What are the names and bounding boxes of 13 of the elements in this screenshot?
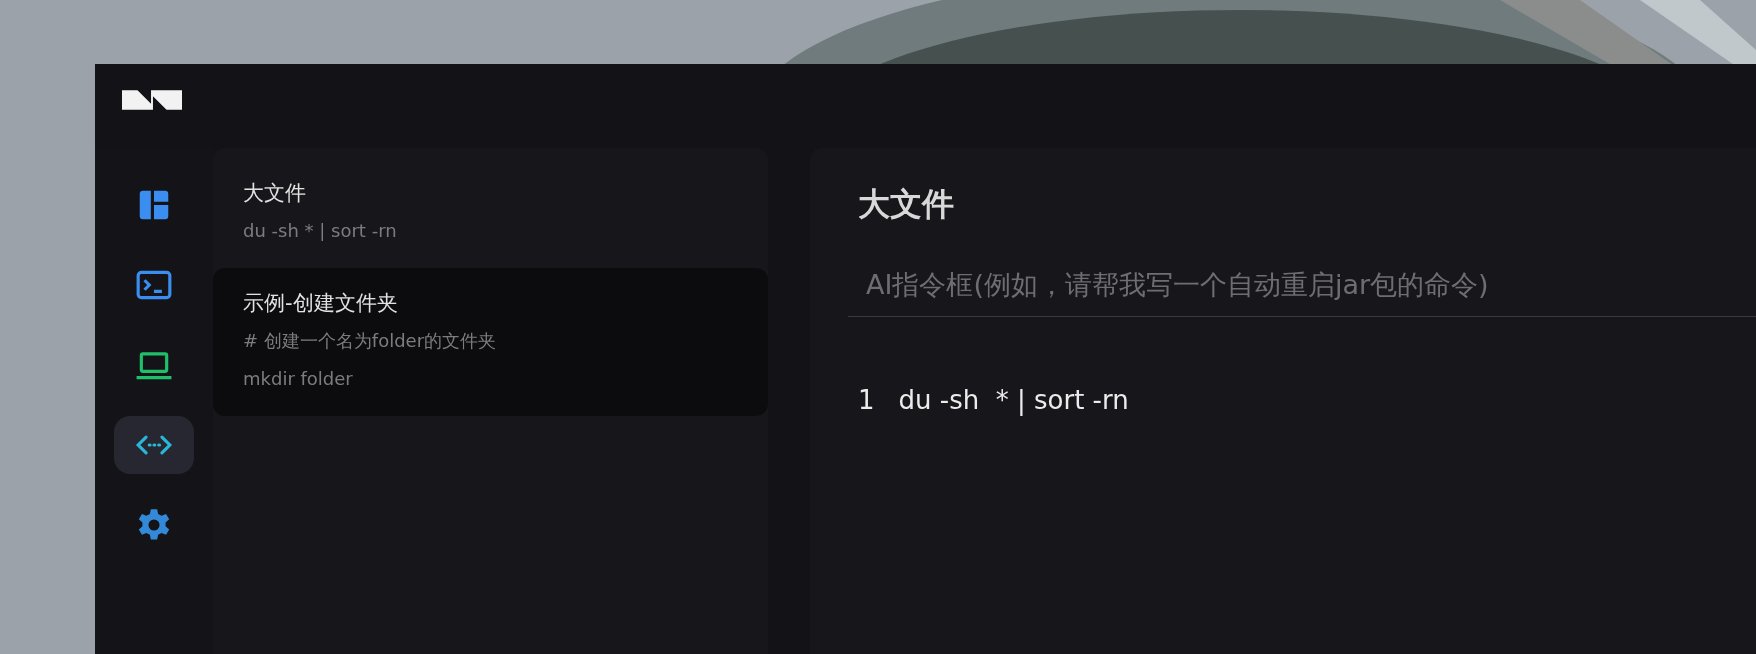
snippet-preview-line: du -sh * | sort -rn (243, 219, 398, 243)
snippet-preview-line: # 创建一个名为folder的文件夹 (243, 329, 498, 353)
snippet-title: 示例-创建文件夹 (243, 290, 399, 317)
line-number: 1 (858, 384, 875, 417)
snippet-title: 大文件 (243, 180, 307, 207)
snippet-item[interactable]: 大文件 du -sh * | sort -rn (213, 148, 768, 268)
ai-prompt-field[interactable]: AI指令框(例如，请帮我写一个自动重启jar包的命令) (848, 252, 1756, 317)
code-line[interactable]: du -sh * | sort -rn (898, 381, 1129, 419)
snippet-heading: 大文件 (858, 184, 955, 225)
logo-icon (122, 90, 182, 110)
nav-button[interactable] (114, 416, 194, 474)
snippet-preview-line: mkdir folder (243, 367, 354, 391)
snippet-item[interactable]: 示例-创建文件夹 # 创建一个名为folder的文件夹 mkdir folder (213, 268, 768, 416)
